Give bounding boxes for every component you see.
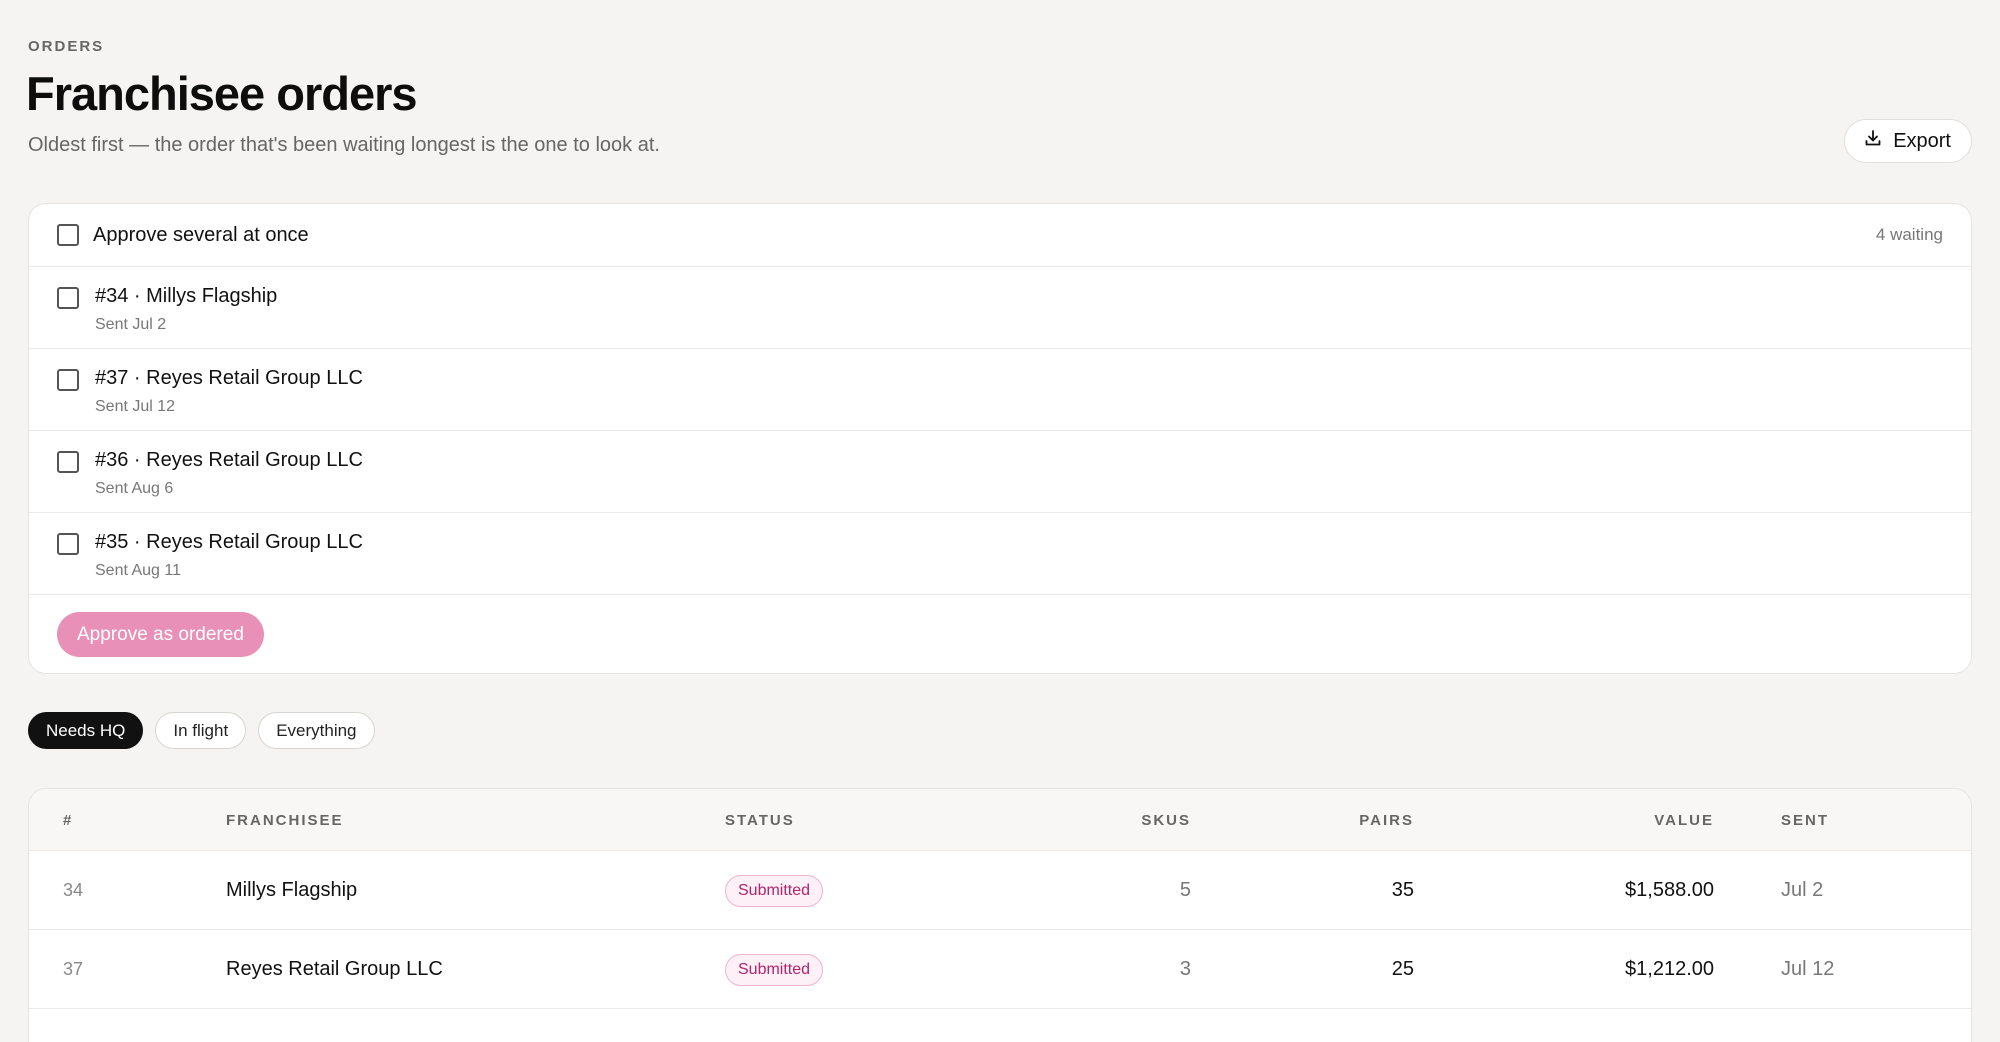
batch-item-checkbox[interactable] [57,533,79,555]
column-header-franchisee[interactable]: FRANCHISEE [226,789,344,851]
batch-item[interactable]: #36 · Reyes Retail Group LLC Sent Aug 6 [29,431,1971,513]
column-header-status[interactable]: STATUS [725,789,795,851]
franchisee-name: Reyes Retail Group LLC [226,958,443,980]
column-header-value[interactable]: VALUE [1654,789,1714,851]
column-header-sent[interactable]: SENT [1781,789,1829,851]
status-cell: Submitted [725,851,824,930]
table-row[interactable]: 37 Reyes Retail Group LLC Submitted 3 25… [29,930,1971,1009]
status-cell: Submitted [725,930,824,1009]
filter-chips: Needs HQ In flight Everything [28,712,375,749]
order-number: 37 [63,959,84,979]
column-header-pairs[interactable]: PAIRS [1359,789,1414,851]
franchisee-name: Millys Flagship [226,879,358,901]
filter-everything[interactable]: Everything [258,712,375,749]
table-header: # FRANCHISEE STATUS SKUS PAIRS VALUE SEN… [29,789,1971,851]
column-header-number[interactable]: # [63,789,73,851]
export-label: Export [1893,129,1951,152]
column-header-skus[interactable]: SKUS [1141,789,1191,851]
page-title: Franchisee orders [26,67,418,120]
page-subtitle: Oldest first — the order that's been wai… [28,134,660,156]
batch-item-checkbox[interactable] [57,287,79,309]
batch-item-sent: Sent Aug 6 [95,480,174,497]
sent-date: Jul 12 [1781,958,1835,980]
batch-item[interactable]: #37 · Reyes Retail Group LLC Sent Jul 12 [29,349,1971,431]
approve-as-ordered-button[interactable]: Approve as ordered [57,612,264,657]
pairs-count: 35 [1391,879,1414,901]
batch-item-sent: Sent Jul 2 [95,316,167,333]
status-badge: Submitted [725,953,824,986]
filter-needs-hq[interactable]: Needs HQ [28,712,144,749]
download-icon [1863,128,1883,154]
pairs-count: 25 [1391,958,1414,980]
order-value: $1,212.00 [1625,958,1714,980]
table-row[interactable] [29,1009,1971,1042]
batch-item-label: #37 · Reyes Retail Group LLC [95,367,363,389]
batch-item-sent: Sent Aug 11 [95,562,181,579]
select-all-label: Approve several at once [93,223,309,246]
status-badge: Submitted [725,874,824,907]
export-button[interactable]: Export [1844,119,1972,163]
batch-item-label: #35 · Reyes Retail Group LLC [95,531,363,553]
batch-item-label: #34 · Millys Flagship [95,285,278,307]
waiting-count: 4 waiting [1875,225,1943,244]
orders-page: ORDERS Franchisee orders Oldest first — … [0,0,2000,1042]
batch-item-checkbox[interactable] [57,451,79,473]
batch-item-checkbox[interactable] [57,369,79,391]
order-value: $1,588.00 [1625,879,1714,901]
batch-item-label: #36 · Reyes Retail Group LLC [95,449,363,471]
table-row[interactable]: 34 Millys Flagship Submitted 5 35 $1,588… [29,851,1971,930]
batch-header: Approve several at once 4 waiting [29,204,1971,267]
batch-item[interactable]: #35 · Reyes Retail Group LLC Sent Aug 11 [29,513,1971,595]
batch-approve-card: Approve several at once 4 waiting #34 · … [28,203,1972,674]
batch-item[interactable]: #34 · Millys Flagship Sent Jul 2 [29,267,1971,349]
order-number: 34 [63,880,84,900]
orders-table: # FRANCHISEE STATUS SKUS PAIRS VALUE SEN… [28,788,1972,1042]
select-all-checkbox[interactable] [57,224,79,246]
batch-item-sent: Sent Jul 12 [95,398,176,415]
sent-date: Jul 2 [1781,879,1824,901]
section-eyebrow: ORDERS [28,38,105,55]
skus-count: 5 [1179,879,1191,901]
filter-in-flight[interactable]: In flight [155,712,247,749]
skus-count: 3 [1179,958,1191,980]
